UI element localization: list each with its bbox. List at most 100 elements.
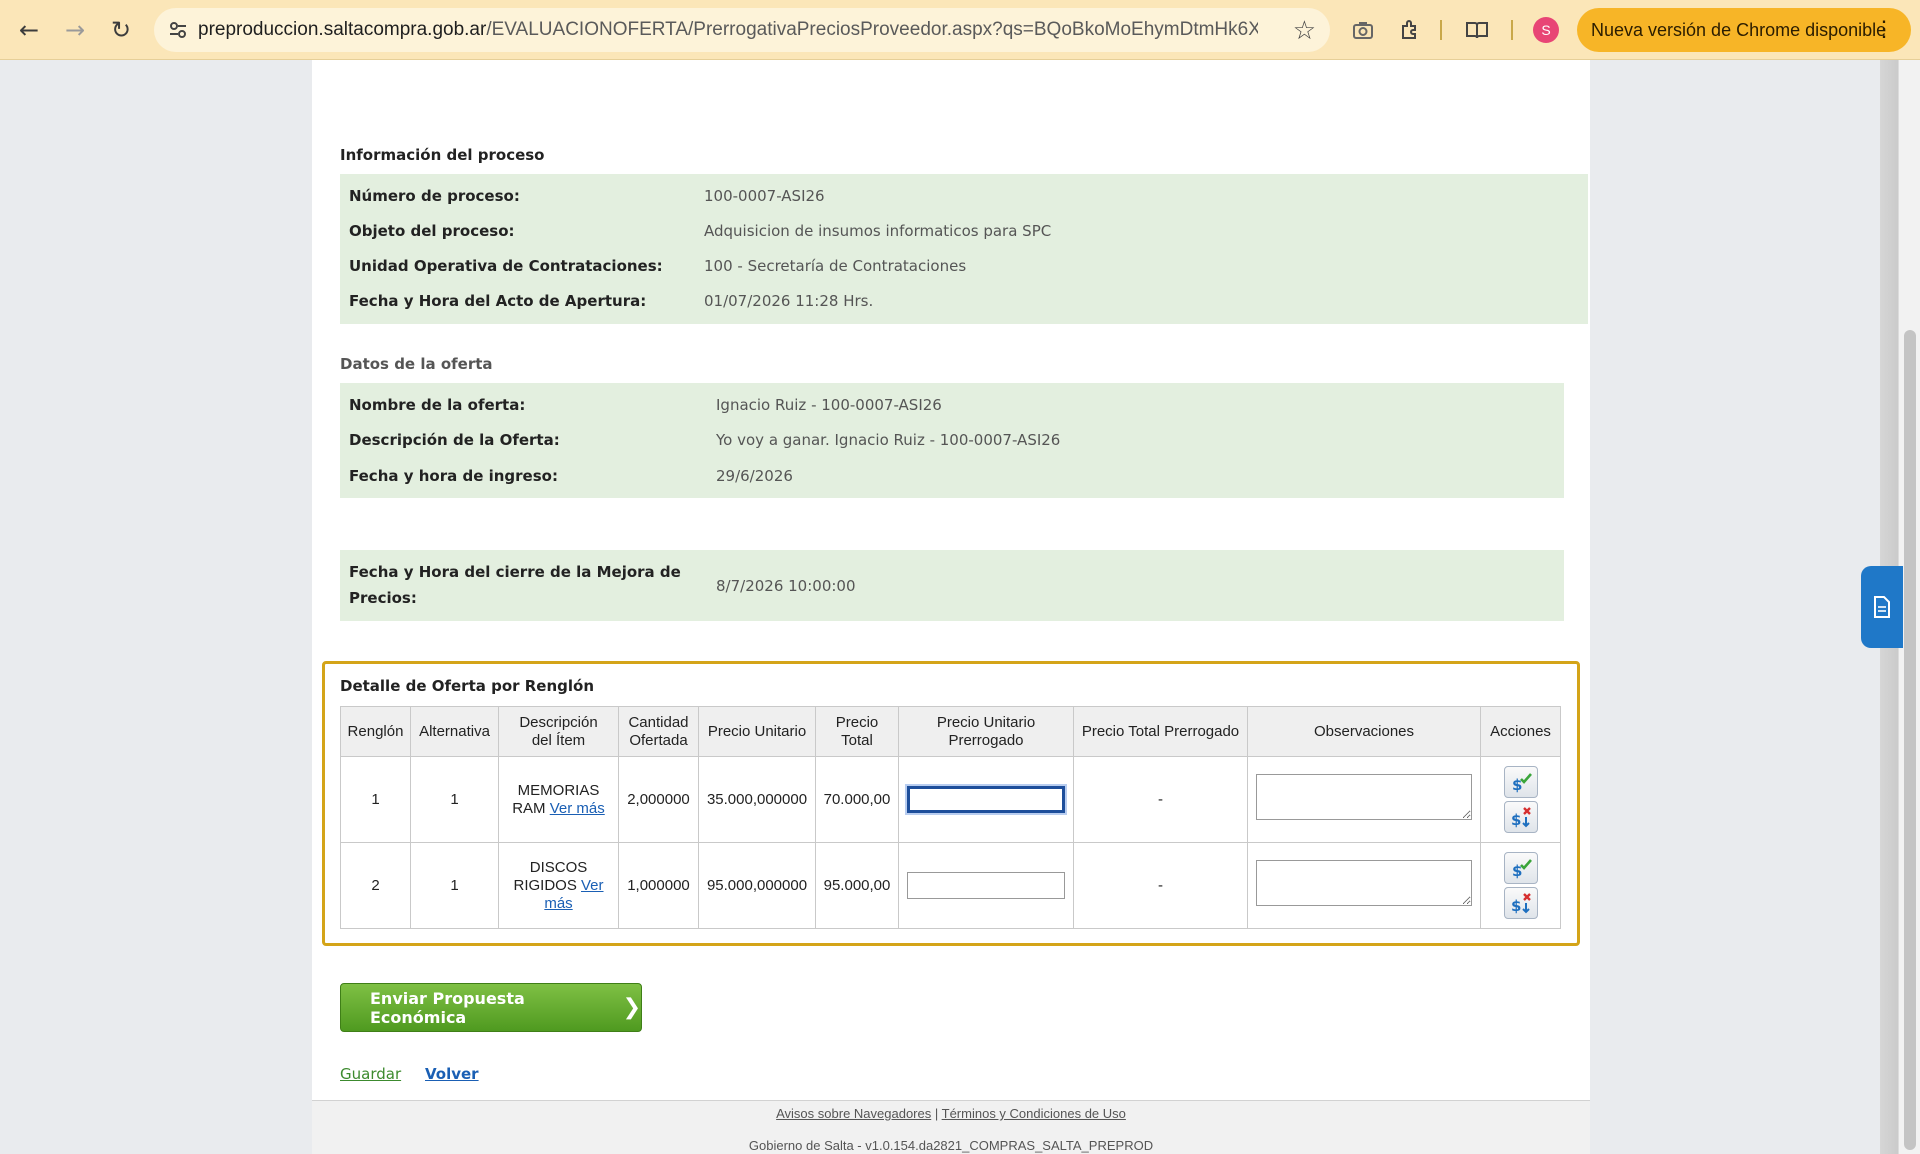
address-bar[interactable]: preproduccion.saltacompra.gob.ar/EVALUAC… [154,8,1330,52]
table-row: 1 1 MEMORIAS RAM Ver más 2,000000 35.000,… [340,756,1561,843]
send-economic-proposal-button[interactable]: Enviar Propuesta Económica ❯ [340,983,642,1032]
site-settings-icon[interactable] [158,8,198,52]
ver-mas-link[interactable]: Ver [581,877,604,894]
extensions-puzzle-icon[interactable] [1392,12,1428,48]
process-object-label: Objeto del proceso: [349,222,515,240]
offer-data-title: Datos de la oferta [340,355,493,373]
svg-text:$: $ [1511,897,1521,915]
observations-textarea[interactable] [1256,860,1472,906]
process-number-label: Número de proceso: [349,187,520,205]
svg-text:$: $ [1511,811,1521,829]
footer-links: Avisos sobre Navegadores | Términos y Co… [0,1106,1902,1121]
confirm-check-icon: $ [1512,859,1532,880]
cantidad-cell: 1,000000 [618,842,699,929]
prerrogated-unit-price-input[interactable] [907,786,1065,813]
alternativa-cell: 1 [410,842,499,929]
observaciones-cell [1247,756,1481,843]
confirm-check-icon: $ [1512,773,1532,794]
camera-icon[interactable] [1345,12,1381,48]
reject-price-button[interactable]: $ [1503,801,1538,833]
footer-separator: | [934,1106,939,1121]
toolbar-divider [1511,20,1513,40]
chevron-right-icon: ❯ [622,995,641,1020]
precio-unitario-cell: 95.000,000000 [698,842,816,929]
more-options-icon[interactable]: ⋮ [1873,16,1895,42]
alternativa-cell: 1 [410,756,499,843]
col-pu-prerrogado: Precio Unitario Prerrogado [898,706,1074,757]
offer-name-label: Nombre de la oferta: [349,396,526,414]
pt-prerrogado-cell: - [1073,756,1248,843]
process-number-value: 100-0007-ASI26 [704,187,825,205]
observaciones-cell [1247,842,1481,929]
pt-prerrogado-cell: - [1073,842,1248,929]
closing-date-label-line2: Precios: [349,589,417,607]
reading-list-icon[interactable] [1459,12,1495,48]
acciones-cell: $ $ [1480,842,1561,929]
description-cell: MEMORIAS RAM Ver más [498,756,619,843]
browser-notice-link[interactable]: Avisos sobre Navegadores [776,1106,931,1121]
col-acciones: Acciones [1480,706,1561,757]
opening-date-value: 01/07/2026 11:28 Hrs. [704,292,874,310]
offer-detail-table: Renglón Alternativa Descripción del Ítem … [340,706,1561,929]
col-precio-unitario: Precio Unitario [698,706,816,757]
table-row: 2 1 DISCOS RIGIDOS Ver más 1,000000 95.000… [340,842,1561,929]
closing-date-label-line1: Fecha y Hora del cierre de la Mejora de [349,563,681,581]
offer-description-value: Yo voy a ganar. Ignacio Ruiz - 100-0007-… [716,431,1061,449]
offer-detail-title: Detalle de Oferta por Renglón [340,677,595,695]
reload-icon[interactable]: ↻ [103,12,139,48]
operating-unit-label: Unidad Operativa de Contrataciones: [349,257,663,275]
description-cell: DISCOS RIGIDOS Ver más [498,842,619,929]
process-info-title: Información del proceso [340,146,545,164]
closing-date-panel [340,550,1564,621]
cantidad-cell: 2,000000 [618,756,699,843]
confirm-price-button[interactable]: $ [1503,852,1538,884]
renglon-cell: 2 [340,842,411,929]
ver-mas-link[interactable]: Ver más [550,800,605,817]
price-delete-icon: $ [1511,807,1531,829]
profile-avatar[interactable]: S [1533,17,1559,43]
pu-prerrogado-cell [898,842,1074,929]
bookmark-star-icon[interactable]: ☆ [1293,16,1316,46]
back-arrow-icon[interactable]: ← [11,12,47,48]
chrome-update-button[interactable]: Nueva versión de Chrome disponible ⋮ [1577,8,1911,52]
forward-arrow-icon[interactable]: → [57,12,93,48]
confirm-price-button[interactable]: $ [1503,766,1538,798]
toolbar-divider [1440,20,1442,40]
document-icon [1874,596,1890,618]
opening-date-label: Fecha y Hora del Acto de Apertura: [349,292,647,310]
process-object-value: Adquisicion de insumos informaticos para… [704,222,1052,240]
svg-text:$: $ [1512,862,1522,880]
operating-unit-value: 100 - Secretaría de Contrataciones [704,257,967,275]
browser-toolbar: ← → ↻ preproduccion.saltacompra.gob.ar/E… [0,0,1920,60]
col-observaciones: Observaciones [1247,706,1481,757]
save-link[interactable]: Guardar [340,1065,401,1083]
offer-name-value: Ignacio Ruiz - 100-0007-ASI26 [716,396,942,414]
table-header-row: Renglón Alternativa Descripción del Ítem … [340,706,1561,757]
observations-textarea[interactable] [1256,774,1472,820]
entry-date-value: 29/6/2026 [716,467,793,485]
col-precio-total: Precio Total [815,706,899,757]
update-label: Nueva versión de Chrome disponible [1591,19,1887,40]
scrollbar-thumb[interactable] [1904,330,1916,1150]
precio-total-cell: 95.000,00 [815,842,899,929]
back-link[interactable]: Volver [425,1065,479,1083]
offer-description-label: Descripción de la Oferta: [349,431,560,449]
col-pt-prerrogado: Precio Total Prerrogado [1073,706,1248,757]
url-text[interactable]: preproduccion.saltacompra.gob.ar/EVALUAC… [198,19,1258,41]
send-button-label: Enviar Propuesta Económica [370,988,525,1027]
acciones-cell: $ $ [1480,756,1561,843]
col-renglon: Renglón [340,706,411,757]
prerrogated-unit-price-input[interactable] [907,872,1065,899]
col-alternativa: Alternativa [410,706,499,757]
price-delete-icon: $ [1511,893,1531,915]
renglon-cell: 1 [340,756,411,843]
terms-link[interactable]: Términos y Condiciones de Uso [942,1106,1126,1121]
precio-unitario-cell: 35.000,000000 [698,756,816,843]
reject-price-button[interactable]: $ [1503,887,1538,919]
svg-text:$: $ [1512,776,1522,794]
col-cantidad: Cantidad Ofertada [618,706,699,757]
col-descripcion: Descripción del Ítem [498,706,619,757]
side-panel-tab[interactable] [1861,566,1903,648]
version-text: Gobierno de Salta - v1.0.154.da2821_COMP… [748,1138,1154,1153]
ver-mas-link-cont[interactable]: más [544,895,572,912]
